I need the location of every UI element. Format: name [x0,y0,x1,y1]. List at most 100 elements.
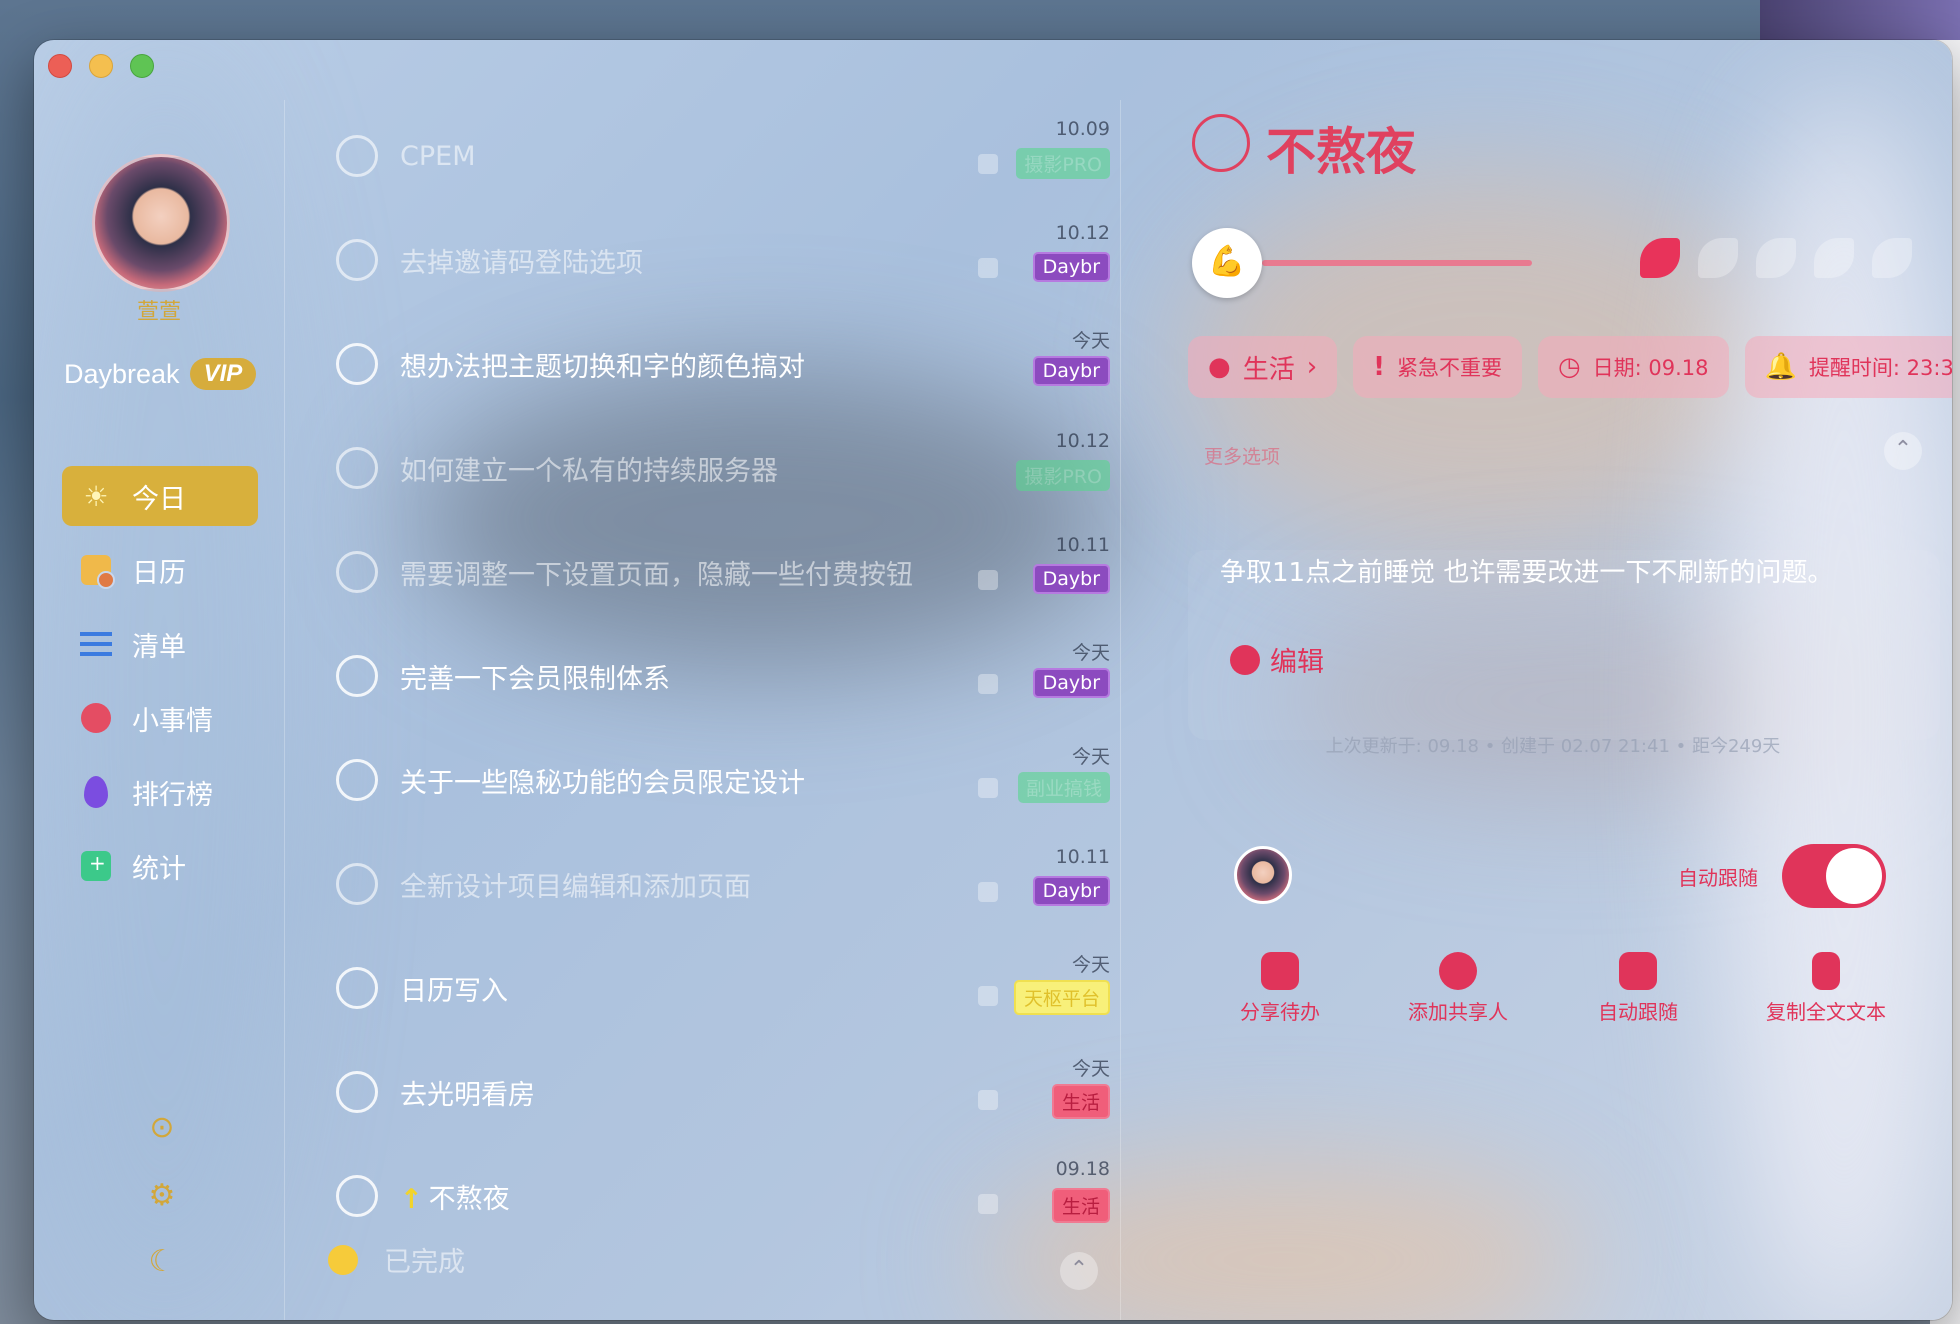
sidebar-item-calendar[interactable]: 日历 [62,540,258,600]
share-icon [1261,952,1299,990]
action-label: 复制全文文本 [1766,1000,1886,1024]
reminder-chip[interactable]: 🔔 提醒时间: 23:32 [1744,336,1952,398]
chip-label: 生活 [1242,354,1295,385]
sidebar-item-stats[interactable]: 统计 [62,836,258,896]
task-tag: Daybr [1032,876,1110,906]
completed-label: 已完成 [384,1247,465,1278]
complete-checkbox[interactable] [336,1175,378,1217]
zoom-button[interactable] [130,54,154,78]
list-item[interactable]: ↑ 不熬夜 09.18 生活 [284,1144,1114,1248]
complete-checkbox[interactable] [336,1071,378,1113]
complete-checkbox[interactable] [336,863,378,905]
sidebar-item-label: 小事情 [132,705,213,737]
edit-icon [1230,644,1260,675]
list-item[interactable]: 日历写入 今天 天枢平台 [284,936,1114,1040]
task-title: 去掉邀请码登陆选项 [400,247,643,279]
minimize-button[interactable] [89,54,113,78]
complete-checkbox[interactable] [336,655,378,697]
task-date: 10.09 [1055,118,1110,140]
theme-icon[interactable]: ☾ [142,1244,182,1279]
complete-checkbox[interactable] [336,239,378,281]
add-user-icon [1439,952,1477,990]
complete-checkbox[interactable] [336,343,378,385]
chip-label: 紧急不重要 [1396,356,1502,380]
sidebar-item-label: 日历 [132,557,186,589]
copy-text-button[interactable]: 复制全文文本 [1766,952,1886,1025]
complete-checkbox[interactable] [336,447,378,489]
category-chip[interactable]: ● 生活 › [1188,336,1338,398]
priority-leaves [1640,238,1912,278]
progress-slider-track[interactable] [1262,260,1532,266]
task-date: 10.12 [1055,222,1110,244]
sidebar-item-leaderboard[interactable]: 排行榜 [62,762,258,822]
sidebar-item-label: 清单 [132,631,186,663]
complete-checkbox[interactable] [336,551,378,593]
more-options-link[interactable]: 更多选项 [1204,442,1280,469]
list-item[interactable]: CPEM 10.09 摄影PRO [284,104,1114,208]
complete-checkbox[interactable] [336,135,378,177]
chip-label: 提醒时间: 23:32 [1808,356,1952,380]
task-title: 完善一下会员限制体系 [400,663,670,695]
list-item[interactable]: 去掉邀请码登陆选项 10.12 Daybr [284,208,1114,312]
play-icon[interactable]: ⊙ [142,1110,182,1145]
task-tag: Daybr [1032,668,1110,698]
list-item[interactable]: 想办法把主题切换和字的颜色搞对 今天 Daybr [284,312,1114,416]
list-item[interactable]: 全新设计项目编辑和添加页面 10.11 Daybr [284,832,1114,936]
chevron-up-icon[interactable]: ⌃ [1060,1252,1098,1290]
date-chip[interactable]: ◷ 日期: 09.18 [1537,336,1729,398]
share-todo-button[interactable]: 分享待办 [1240,952,1320,1025]
app-window: 萱萱 Daybreak VIP ☀ 今日 日历 清单 小事情 排行榜 + 统计 … [34,40,1952,1320]
fire-icon [78,774,114,810]
close-button[interactable] [48,54,72,78]
leaf-icon[interactable] [1872,238,1912,278]
complete-checkbox[interactable] [336,759,378,801]
add-collaborator-button[interactable]: 添加共享人 [1408,952,1508,1025]
list-item[interactable]: 完善一下会员限制体系 今天 Daybr [284,624,1114,728]
brand-name: Daybreak [64,358,180,389]
auto-follow-toggle[interactable] [1782,844,1886,908]
list-item[interactable]: 去光明看房 今天 生活 [284,1040,1114,1144]
settings-icon[interactable]: ⚙ [142,1178,182,1213]
task-date: 10.11 [1055,534,1110,556]
complete-checkbox[interactable] [336,967,378,1009]
complete-checkbox[interactable] [1192,114,1250,172]
task-title: CPEM [400,140,476,172]
vip-badge[interactable]: VIP [189,358,257,390]
avatar[interactable] [1234,846,1292,904]
page-title[interactable]: 不熬夜 [1266,112,1416,184]
avatar[interactable] [92,154,230,292]
calendar-icon [78,552,115,589]
priority-chip[interactable]: ! 紧急不重要 [1353,336,1522,398]
task-title: 日历写入 [400,975,508,1007]
leaf-icon[interactable] [1756,238,1796,278]
list-icon [78,626,114,662]
progress-slider-handle[interactable]: 💪 [1192,228,1262,298]
timer-icon: ◷ [1557,352,1581,382]
sidebar-item-today[interactable]: ☀ 今日 [62,466,258,526]
list-item[interactable]: 需要调整一下设置页面，隐藏一些付费按钮 10.11 Daybr [284,520,1114,624]
completed-section[interactable]: 已完成 [328,1240,465,1279]
list-item[interactable]: 如何建立一个私有的持续服务器 10.12 摄影PRO [284,416,1114,520]
leaf-icon[interactable] [1640,238,1680,278]
bell-icon: 🔔 [1764,352,1797,382]
task-title: 去光明看房 [400,1079,535,1111]
sidebar-item-list[interactable]: 清单 [62,614,258,674]
edit-button[interactable]: 编辑 [1230,640,1324,679]
task-date: 今天 [1071,1058,1110,1080]
task-tag: 摄影PRO [1016,148,1110,179]
task-tag: Daybr [1032,356,1110,386]
note-icon [978,986,998,1006]
chevron-up-icon[interactable]: ⌃ [1884,432,1922,470]
leaf-icon[interactable] [1814,238,1854,278]
task-tag: Daybr [1032,252,1110,282]
leaf-icon[interactable] [1698,238,1738,278]
auto-follow-button[interactable]: 自动跟随 [1598,952,1678,1025]
note-icon [978,674,998,694]
note-icon [978,154,998,174]
sidebar-item-small-things[interactable]: 小事情 [62,688,258,748]
list-item[interactable]: 关于一些隐秘功能的会员限定设计 今天 副业搞钱 [284,728,1114,832]
note-icon [978,1090,998,1110]
chip-label: 日期: 09.18 [1592,356,1709,380]
sidebar-item-label: 统计 [132,853,186,885]
action-label: 分享待办 [1240,1000,1320,1024]
